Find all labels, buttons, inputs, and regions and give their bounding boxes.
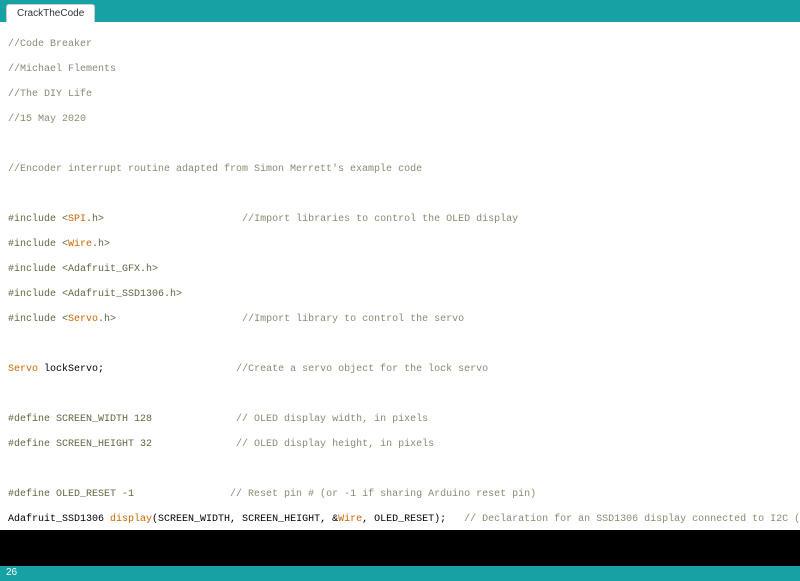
libname: SPI bbox=[68, 214, 86, 225]
code-text: , OLED_RESET); bbox=[362, 514, 446, 525]
comment: //The DIY Life bbox=[8, 89, 92, 100]
comment: //Code Breaker bbox=[8, 39, 92, 50]
function: display bbox=[110, 514, 152, 525]
include: .h> bbox=[92, 239, 110, 250]
code-text: (SCREEN_WIDTH, SCREEN_HEIGHT, & bbox=[152, 514, 338, 525]
define: #define OLED_RESET -1 bbox=[8, 489, 134, 500]
include: .h> bbox=[86, 214, 104, 225]
status-bar: 26 bbox=[0, 566, 800, 581]
comment: // Reset pin # (or -1 if sharing Arduino… bbox=[230, 489, 536, 500]
include: .h> bbox=[98, 314, 116, 325]
libname: Servo bbox=[68, 314, 98, 325]
include: #include < bbox=[8, 314, 68, 325]
comment: // OLED display height, in pixels bbox=[236, 439, 434, 450]
status-line-number: 26 bbox=[6, 567, 17, 578]
define: #define SCREEN_HEIGHT 32 bbox=[8, 439, 152, 450]
identifier: Adafruit_SSD1306 bbox=[8, 514, 110, 525]
include: #include <Adafruit_SSD1306.h> bbox=[8, 289, 182, 300]
include: #include < bbox=[8, 239, 68, 250]
file-tab[interactable]: CrackTheCode bbox=[6, 4, 95, 22]
libname: Wire bbox=[338, 514, 362, 525]
comment: //Create a servo object for the lock ser… bbox=[236, 364, 488, 375]
define: #define SCREEN_WIDTH 128 bbox=[8, 414, 152, 425]
libname: Wire bbox=[68, 239, 92, 250]
comment: // OLED display width, in pixels bbox=[236, 414, 428, 425]
comment: //Encoder interrupt routine adapted from… bbox=[8, 164, 422, 175]
identifier: lockServo; bbox=[38, 364, 104, 375]
type: Servo bbox=[8, 364, 38, 375]
code-editor[interactable]: //Code Breaker //Michael Flements //The … bbox=[0, 22, 800, 530]
comment: //15 May 2020 bbox=[8, 114, 86, 125]
include: #include <Adafruit_GFX.h> bbox=[8, 264, 158, 275]
comment: //Michael Flements bbox=[8, 64, 116, 75]
comment: // Declaration for an SSD1306 display co… bbox=[464, 514, 800, 525]
comment: //Import library to control the servo bbox=[242, 314, 464, 325]
tab-bar: CrackTheCode bbox=[0, 0, 800, 22]
include: #include < bbox=[8, 214, 68, 225]
comment: //Import libraries to control the OLED d… bbox=[242, 214, 518, 225]
console-area bbox=[0, 530, 800, 566]
